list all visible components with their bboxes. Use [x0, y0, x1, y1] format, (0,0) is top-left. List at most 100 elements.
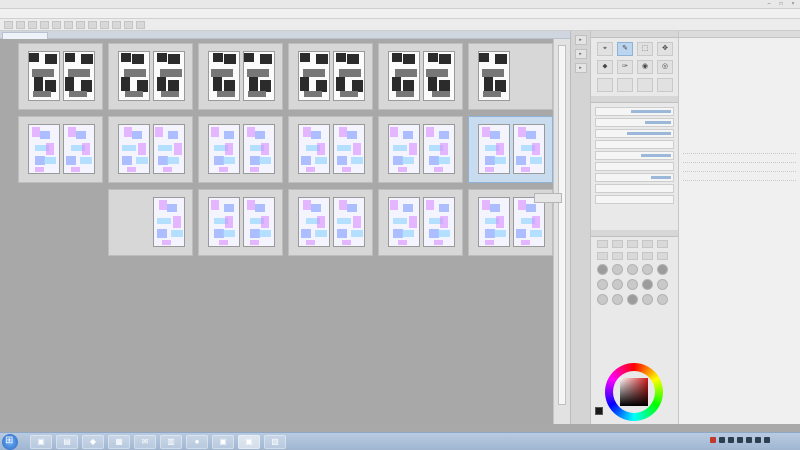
- toolbar-button[interactable]: [112, 20, 121, 29]
- tool-button[interactable]: [617, 78, 633, 92]
- palette-toggle-icon[interactable]: ▸: [574, 35, 587, 45]
- left-page-sheet[interactable]: [388, 51, 420, 101]
- toolbar-button[interactable]: [28, 20, 37, 29]
- property-row[interactable]: [595, 162, 674, 171]
- brush-size-preset[interactable]: [612, 252, 623, 260]
- page-spread-thumbnail[interactable]: [468, 116, 553, 183]
- taskbar-app-icon[interactable]: ▧: [264, 435, 286, 449]
- property-row[interactable]: [595, 118, 674, 127]
- brush-size-preset[interactable]: [627, 264, 638, 275]
- page-spread-thumbnail[interactable]: [108, 116, 193, 183]
- brush-size-preset[interactable]: [642, 294, 653, 305]
- right-page-sheet[interactable]: [243, 197, 275, 247]
- toolbar-button[interactable]: [16, 20, 25, 29]
- tool-button[interactable]: ✎: [617, 42, 633, 56]
- left-page-sheet[interactable]: [478, 51, 510, 101]
- scrollbar-thumb[interactable]: [558, 45, 566, 405]
- main-color-swatch[interactable]: [595, 407, 603, 415]
- page-spread-thumbnail[interactable]: [378, 189, 463, 256]
- page-spread-thumbnail[interactable]: [468, 43, 553, 110]
- page-spread-thumbnail[interactable]: [288, 43, 373, 110]
- left-page-sheet[interactable]: [298, 51, 330, 101]
- taskbar-app-icon[interactable]: ◆: [82, 435, 104, 449]
- tray-icon[interactable]: [728, 437, 734, 443]
- property-slider[interactable]: [645, 121, 671, 124]
- right-page-sheet[interactable]: [513, 124, 545, 174]
- tray-icon[interactable]: [755, 437, 761, 443]
- tool-button[interactable]: ⬥: [597, 60, 613, 74]
- taskbar-app-icon[interactable]: ✉: [134, 435, 156, 449]
- taskbar-app-icon[interactable]: ▦: [108, 435, 130, 449]
- tool-button[interactable]: [637, 78, 653, 92]
- property-row[interactable]: [595, 195, 674, 204]
- tray-icon[interactable]: [719, 437, 725, 443]
- page-spread-thumbnail[interactable]: [378, 43, 463, 110]
- right-page-sheet[interactable]: [153, 124, 185, 174]
- page-spread-thumbnail[interactable]: [18, 43, 103, 110]
- brush-size-preset[interactable]: [597, 240, 608, 248]
- brush-size-preset[interactable]: [597, 279, 608, 290]
- brush-size-preset[interactable]: [612, 294, 623, 305]
- brush-size-preset[interactable]: [642, 252, 653, 260]
- tray-icon[interactable]: [737, 437, 743, 443]
- taskbar-app-icon[interactable]: ▥: [160, 435, 182, 449]
- property-row[interactable]: [595, 140, 674, 149]
- page-spread-thumbnail[interactable]: [288, 189, 373, 256]
- brush-size-preset[interactable]: [597, 294, 608, 305]
- brush-size-preset[interactable]: [612, 279, 623, 290]
- left-page-sheet[interactable]: [388, 124, 420, 174]
- property-row[interactable]: [595, 151, 674, 160]
- property-row[interactable]: [595, 107, 674, 116]
- brush-size-preset[interactable]: [657, 252, 668, 260]
- tray-icon[interactable]: [764, 437, 770, 443]
- right-page-sheet[interactable]: [153, 197, 185, 247]
- vertical-scrollbar[interactable]: [553, 39, 570, 424]
- page-spread-thumbnail[interactable]: [198, 116, 283, 183]
- tool-button[interactable]: ◎: [657, 60, 673, 74]
- brush-size-preset[interactable]: [642, 279, 653, 290]
- brush-size-preset[interactable]: [597, 252, 608, 260]
- toolbar-button[interactable]: [100, 20, 109, 29]
- taskbar-app-icon[interactable]: ▣: [212, 435, 234, 449]
- right-page-sheet[interactable]: [243, 51, 275, 101]
- right-page-sheet[interactable]: [63, 51, 95, 101]
- property-row[interactable]: [595, 184, 674, 193]
- close-button[interactable]: ×: [788, 1, 798, 7]
- toolbar-button[interactable]: [52, 20, 61, 29]
- left-page-sheet[interactable]: [298, 197, 330, 247]
- layer-row[interactable]: [683, 157, 796, 163]
- right-page-sheet[interactable]: [243, 124, 275, 174]
- page-spread-thumbnail[interactable]: [288, 116, 373, 183]
- brush-size-preset[interactable]: [657, 294, 668, 305]
- left-page-sheet[interactable]: [478, 197, 510, 247]
- brush-size-preset[interactable]: [627, 294, 638, 305]
- taskbar-app-icon[interactable]: ●: [186, 435, 208, 449]
- property-row[interactable]: [595, 173, 674, 182]
- property-slider[interactable]: [641, 154, 671, 157]
- tool-button[interactable]: [657, 78, 673, 92]
- brush-size-preset[interactable]: [597, 264, 608, 275]
- left-page-sheet[interactable]: [28, 51, 60, 101]
- taskbar-app-icon[interactable]: ▣: [238, 435, 260, 449]
- brush-size-preset[interactable]: [657, 240, 668, 248]
- tray-icon[interactable]: [746, 437, 752, 443]
- page-spread-thumbnail[interactable]: [378, 116, 463, 183]
- toolbar-button[interactable]: [124, 20, 133, 29]
- saturation-value-picker[interactable]: [620, 378, 648, 406]
- brush-size-preset[interactable]: [657, 264, 668, 275]
- tool-button[interactable]: ✥: [657, 42, 673, 56]
- left-page-sheet[interactable]: [118, 51, 150, 101]
- maximize-button[interactable]: □: [776, 1, 786, 7]
- tool-button[interactable]: ⌖: [597, 42, 613, 56]
- start-button[interactable]: [2, 434, 18, 450]
- brush-size-preset[interactable]: [627, 252, 638, 260]
- tool-button[interactable]: ◉: [637, 60, 653, 74]
- property-slider[interactable]: [651, 176, 671, 179]
- page-spread-thumbnail[interactable]: [108, 189, 193, 256]
- brush-size-preset[interactable]: [612, 264, 623, 275]
- left-page-sheet[interactable]: [208, 124, 240, 174]
- property-slider[interactable]: [631, 110, 671, 113]
- right-page-sheet[interactable]: [63, 124, 95, 174]
- left-page-sheet[interactable]: [28, 124, 60, 174]
- right-page-sheet[interactable]: [153, 51, 185, 101]
